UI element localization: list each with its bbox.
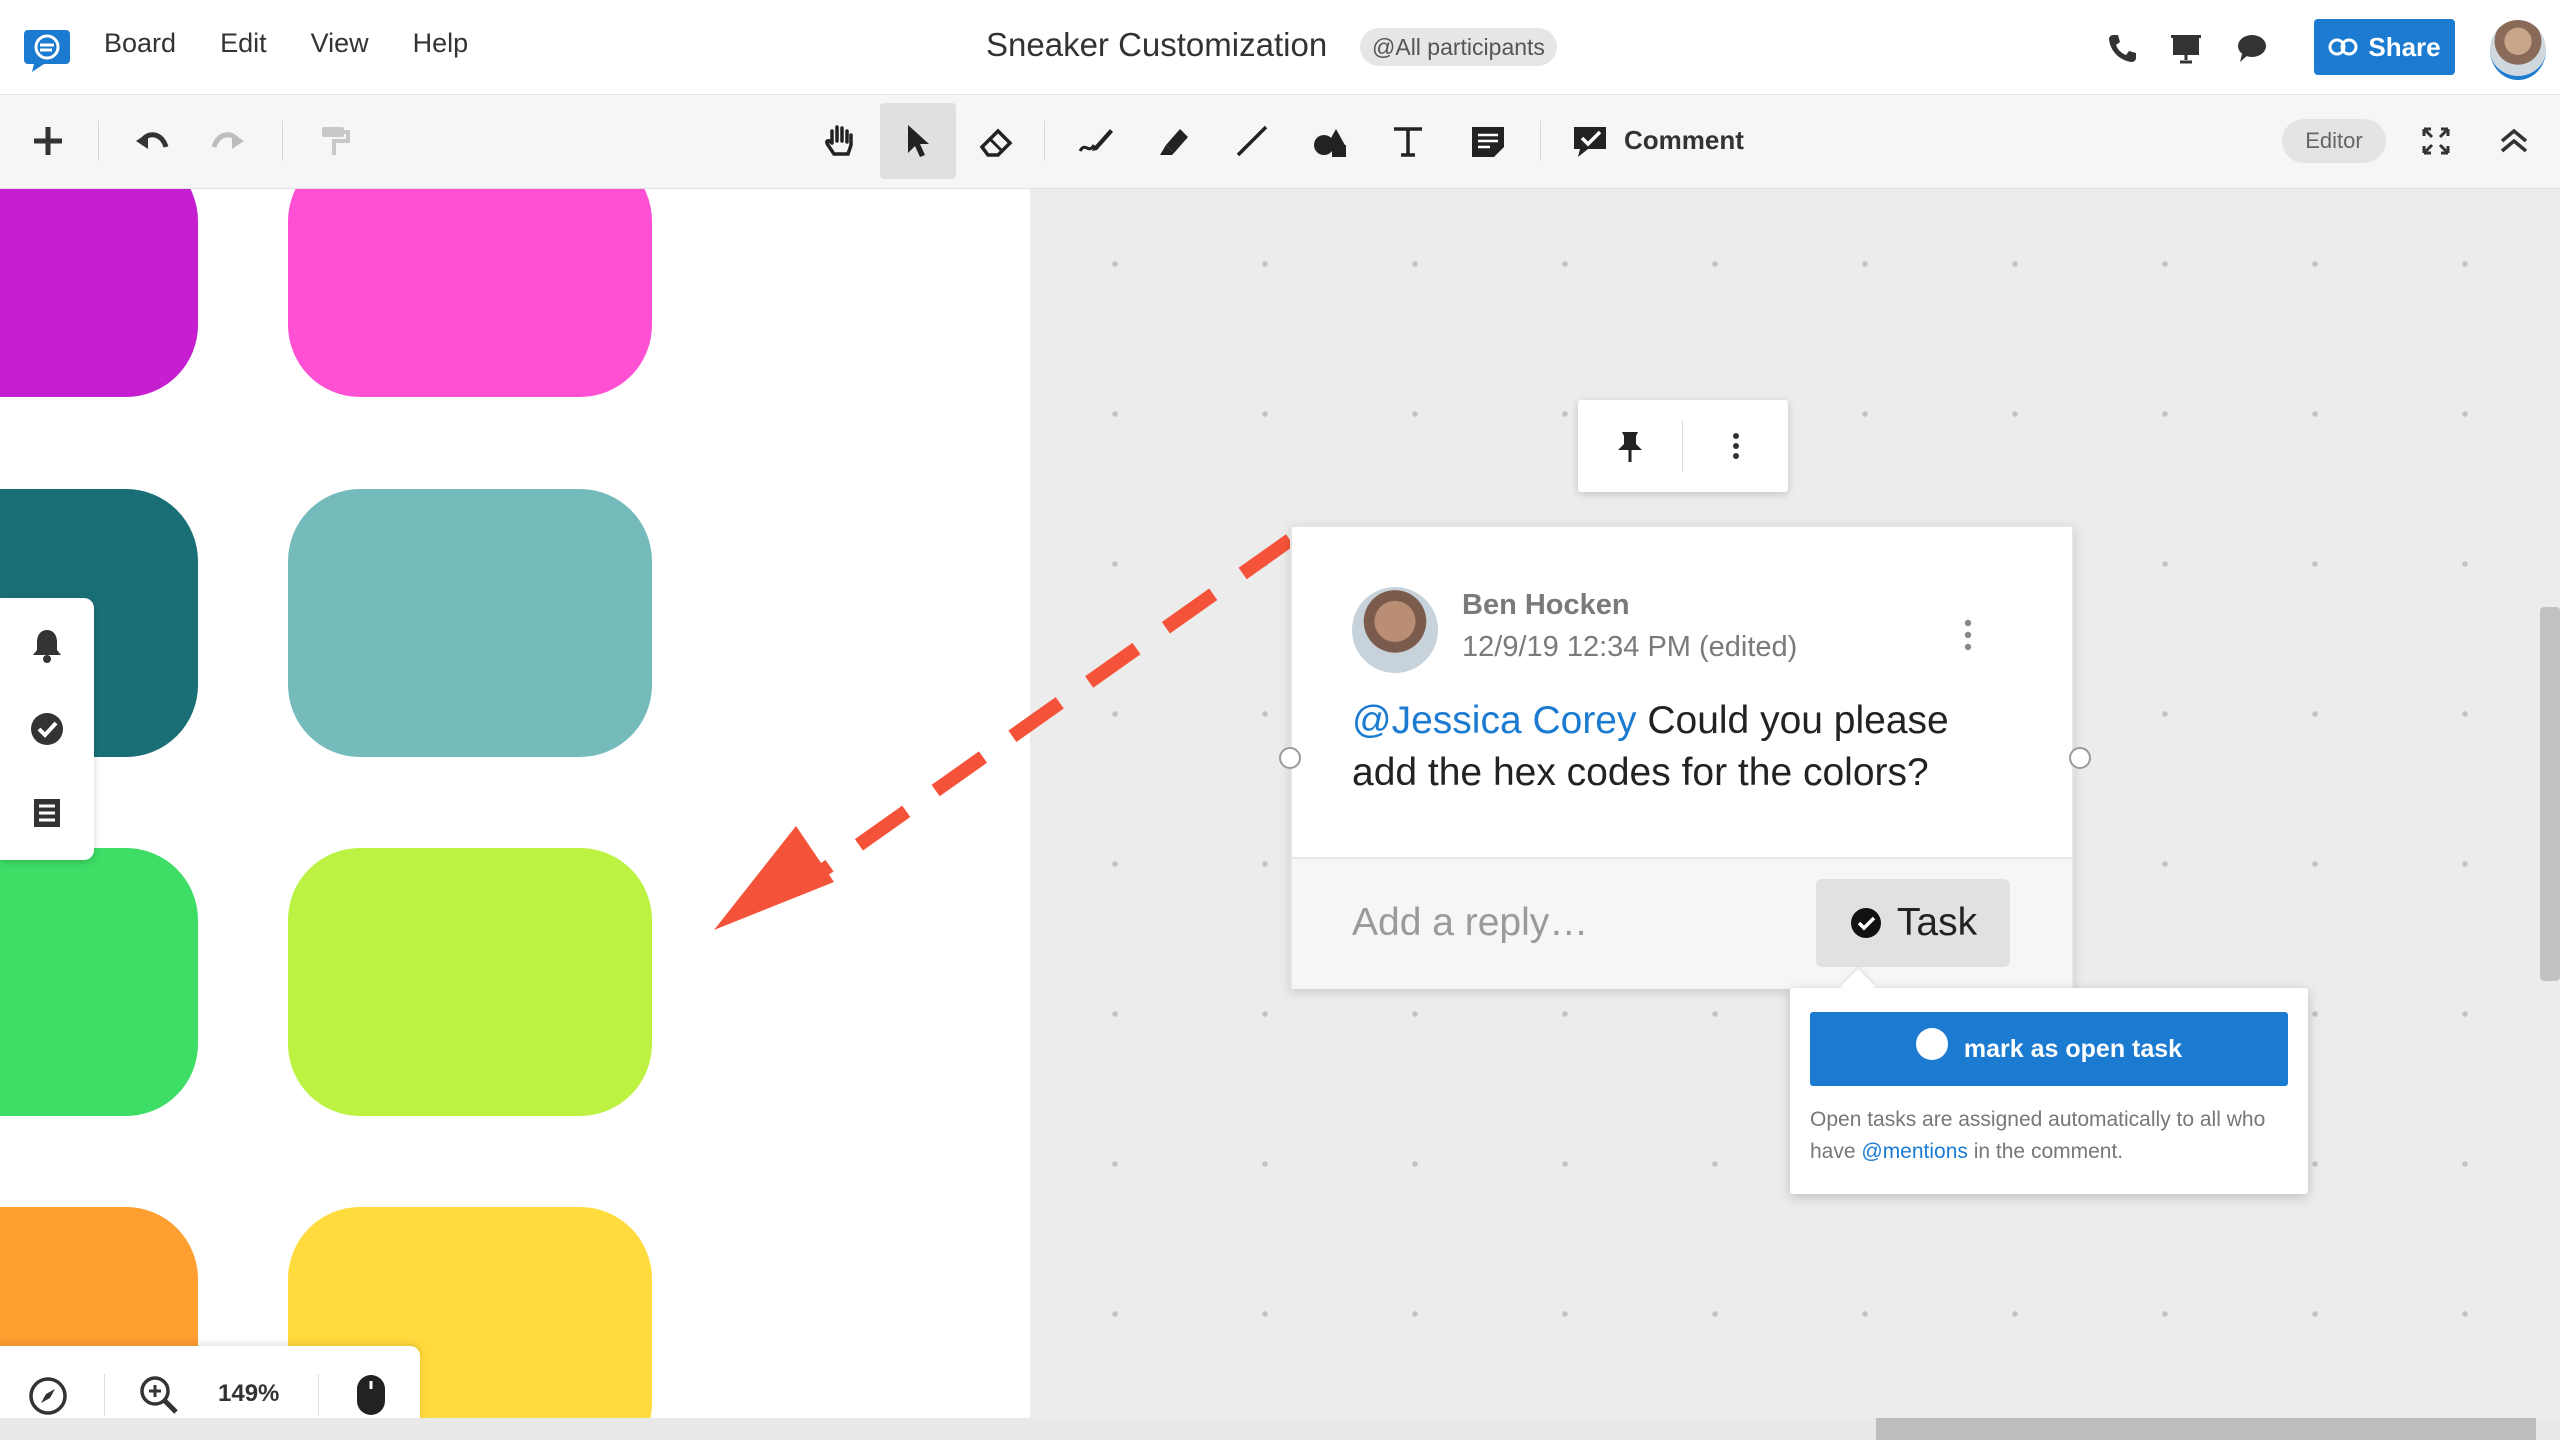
swatch-teal[interactable]: [288, 489, 652, 757]
reply-input[interactable]: Add a reply…: [1352, 901, 1588, 945]
task-button[interactable]: Task: [1816, 879, 2010, 967]
side-panel: [0, 598, 94, 860]
pen-icon: [1078, 129, 1113, 152]
zoom-in-icon[interactable]: [138, 1374, 180, 1416]
compass-icon[interactable]: [28, 1376, 68, 1416]
pen-tool-button[interactable]: [1058, 103, 1134, 179]
mark-open-task-button[interactable]: mark as open task: [1810, 1012, 2288, 1086]
comment-author: Ben Hocken: [1462, 589, 1630, 621]
vertical-scroll-thumb[interactable]: [2540, 607, 2560, 981]
chat-icon[interactable]: [2234, 30, 2270, 66]
comment-mini-toolbar: [1578, 400, 1788, 492]
mouse-icon[interactable]: [354, 1372, 388, 1418]
editor-mode-badge[interactable]: Editor: [2282, 119, 2386, 163]
toolbar: Comment Editor: [0, 95, 2560, 189]
comment-footer: Add a reply… Task: [1292, 857, 2072, 989]
redo-button[interactable]: [190, 103, 266, 179]
expand-icon: [2422, 127, 2450, 155]
shapes-icon: [1314, 129, 1346, 157]
add-button[interactable]: [10, 103, 86, 179]
double-chevron-up-icon: [2500, 128, 2528, 153]
plus-icon: [34, 127, 62, 155]
cursor-arrow-icon: [908, 125, 929, 157]
comment-card[interactable]: Ben Hocken 12/9/19 12:34 PM (edited) @Je…: [1290, 525, 2074, 989]
app-logo-icon[interactable]: [22, 28, 72, 72]
check-circle-icon[interactable]: [28, 710, 66, 748]
swatch-green[interactable]: [0, 848, 198, 1116]
select-tool-button[interactable]: [880, 103, 956, 179]
dashed-arrow-connector[interactable]: [700, 520, 1320, 940]
arrow-head-icon: [714, 826, 834, 930]
check-circle-icon: [1850, 908, 1881, 938]
present-icon[interactable]: [2168, 30, 2204, 66]
menu-board[interactable]: Board: [104, 28, 176, 59]
comment-check-icon: [1574, 127, 1606, 157]
horizontal-scrollbar[interactable]: [0, 1418, 2560, 1440]
comment-tool-button[interactable]: [1552, 103, 1628, 179]
menu-view[interactable]: View: [311, 28, 369, 59]
radio-circle-icon: [1915, 1028, 1948, 1060]
mentions-link[interactable]: @mentions: [1861, 1140, 1968, 1163]
highlighter-icon: [1160, 129, 1188, 155]
participants-badge[interactable]: @All participants: [1360, 28, 1557, 66]
bell-icon[interactable]: [28, 626, 66, 664]
pan-tool-button[interactable]: [802, 103, 878, 179]
zoom-level[interactable]: 149%: [218, 1380, 279, 1408]
task-popup: mark as open task Open tasks are assigne…: [1790, 988, 2308, 1194]
swatch-pink[interactable]: [288, 189, 652, 397]
sticky-note-icon: [1472, 127, 1504, 157]
pin-icon[interactable]: [1612, 428, 1648, 464]
comment-author-avatar: [1352, 587, 1438, 673]
undo-button[interactable]: [114, 103, 190, 179]
phone-icon[interactable]: [2104, 30, 2140, 66]
sticky-note-tool-button[interactable]: [1450, 103, 1526, 179]
resize-handle-left[interactable]: [1279, 747, 1301, 769]
menu-help[interactable]: Help: [413, 28, 469, 59]
format-painter-button[interactable]: [296, 103, 372, 179]
line-icon: [1236, 125, 1268, 157]
eraser-tool-button[interactable]: [958, 103, 1034, 179]
comment-label[interactable]: Comment: [1624, 125, 1744, 156]
highlighter-tool-button[interactable]: [1136, 103, 1212, 179]
paint-roller-icon: [322, 127, 350, 155]
link-icon: [2328, 38, 2358, 56]
share-label: Share: [2368, 32, 2441, 62]
mark-open-task-label: mark as open task: [1963, 1034, 2183, 1063]
redo-icon: [211, 132, 244, 149]
comment-mention[interactable]: @Jessica Corey: [1352, 699, 1637, 742]
list-icon[interactable]: [28, 794, 66, 832]
comment-timestamp: 12/9/19 12:34 PM (edited): [1462, 631, 1798, 663]
horizontal-scroll-thumb[interactable]: [1876, 1418, 2536, 1440]
swatch-lime[interactable]: [288, 848, 652, 1116]
vertical-scrollbar[interactable]: [2540, 189, 2560, 1418]
comment-more-icon[interactable]: [1952, 615, 1984, 655]
note-text-after: in the comment.: [1967, 1140, 2124, 1163]
undo-icon: [136, 132, 169, 149]
share-button[interactable]: Share: [2314, 19, 2455, 75]
hand-icon: [825, 125, 853, 156]
comment-body: @Jessica Corey Could you please add the …: [1352, 695, 2012, 799]
task-popup-note: Open tasks are assigned automatically to…: [1810, 1104, 2290, 1168]
task-label: Task: [1896, 901, 1978, 944]
eraser-icon: [979, 128, 1013, 157]
user-avatar[interactable]: [2490, 20, 2546, 80]
text-t-icon: [1394, 127, 1422, 157]
text-tool-button[interactable]: [1370, 103, 1446, 179]
more-vertical-icon[interactable]: [1718, 428, 1754, 464]
shapes-tool-button[interactable]: [1292, 103, 1368, 179]
resize-handle-right[interactable]: [2069, 747, 2091, 769]
swatch-purple[interactable]: [0, 189, 198, 397]
menu-edit[interactable]: Edit: [220, 28, 267, 59]
collapse-toolbar-button[interactable]: [2476, 103, 2552, 179]
line-tool-button[interactable]: [1214, 103, 1290, 179]
main-menu: Board Edit View Help: [104, 28, 468, 59]
top-bar: Board Edit View Help Sneaker Customizati…: [0, 0, 2560, 95]
fullscreen-button[interactable]: [2398, 103, 2474, 179]
board-title[interactable]: Sneaker Customization: [986, 26, 1327, 64]
